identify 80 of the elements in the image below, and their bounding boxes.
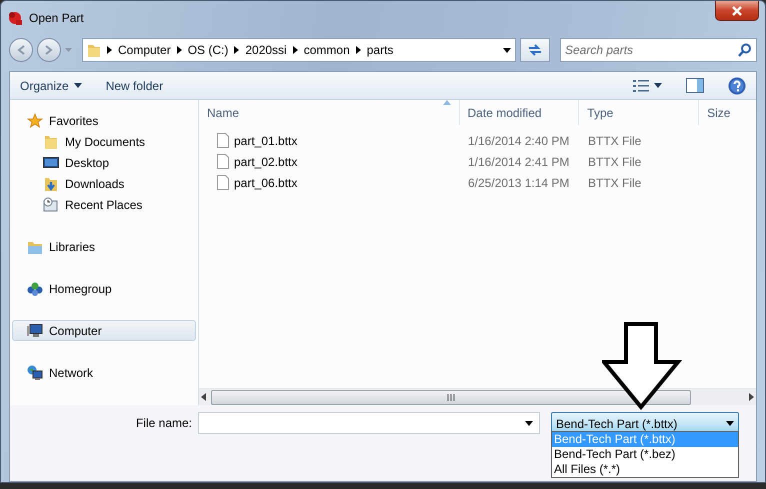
breadcrumb[interactable]: 2020ssi xyxy=(245,41,287,59)
downloads-icon xyxy=(43,176,59,192)
menu-button[interactable]: Organize xyxy=(18,74,84,96)
close-button[interactable] xyxy=(715,1,759,21)
breadcrumb[interactable]: OS (C:) xyxy=(188,41,228,59)
file-icon xyxy=(217,175,229,190)
preview-pane-icon xyxy=(686,78,704,93)
homegroup-icon xyxy=(27,280,43,296)
file-icon xyxy=(217,154,229,169)
dropdown-option[interactable]: All Files (*.*) xyxy=(552,462,738,477)
view-list-icon xyxy=(633,80,649,92)
sidebar-item[interactable]: Network xyxy=(12,362,196,383)
help-icon xyxy=(728,76,746,94)
caret-icon xyxy=(65,48,72,52)
column-header[interactable]: Size xyxy=(699,100,756,125)
caret-icon xyxy=(74,83,82,88)
date-cell-text: 6/25/2013 1:14 PM xyxy=(467,174,570,192)
type-cell-text: BTTX File xyxy=(587,154,642,170)
network-icon xyxy=(27,364,43,380)
sidebar-item[interactable]: Favorites xyxy=(12,110,196,131)
caret-icon xyxy=(503,48,511,52)
forward-button[interactable] xyxy=(37,38,61,62)
sidebar-item[interactable]: Libraries xyxy=(12,236,196,257)
folder-icon xyxy=(87,42,101,58)
sidebar-item[interactable]: Recent Places xyxy=(12,194,196,215)
dropdown-option[interactable]: Bend-Tech Part (*.bez) xyxy=(552,447,738,462)
star-icon xyxy=(27,112,43,128)
file-name[interactable]: part_06.bttx xyxy=(234,174,298,192)
refresh-icon xyxy=(527,43,543,57)
chevron-icon xyxy=(176,46,182,54)
file-name[interactable]: part_02.bttx xyxy=(234,152,298,170)
scroll-left-icon xyxy=(199,392,209,402)
breadcrumb[interactable]: parts xyxy=(366,41,394,59)
back-button[interactable] xyxy=(9,38,33,62)
desktop-icon xyxy=(43,154,59,170)
sidebar-item[interactable]: Downloads xyxy=(12,173,196,194)
file-icon xyxy=(217,133,229,148)
scroll-right-icon xyxy=(746,392,756,402)
sidebar-item[interactable]: Homegroup xyxy=(12,278,196,299)
chevron-icon xyxy=(292,46,298,54)
view-button[interactable] xyxy=(631,78,664,94)
sidebar-item[interactable]: My Documents xyxy=(12,131,196,152)
grip-icon xyxy=(447,394,455,400)
folder-icon xyxy=(43,134,59,150)
sort-arrow-icon xyxy=(442,100,451,105)
window-title: Open Part xyxy=(29,10,84,27)
forward-icon xyxy=(43,44,55,56)
computer-icon xyxy=(27,322,43,338)
date-cell-text: 1/16/2014 2:40 PM xyxy=(467,132,570,150)
type-cell-text: BTTX File xyxy=(587,132,642,150)
search-icon xyxy=(738,43,752,57)
date-cell-text: 1/16/2014 2:41 PM xyxy=(467,154,570,170)
column-header[interactable]: Type xyxy=(579,100,700,125)
back-icon xyxy=(15,44,27,56)
breadcrumb[interactable]: Computer xyxy=(118,41,171,59)
help-button[interactable] xyxy=(726,74,748,96)
caret-icon xyxy=(726,421,734,426)
type-cell-text: BTTX File xyxy=(587,174,642,192)
chevron-icon xyxy=(234,46,240,54)
chevron-icon xyxy=(356,46,361,54)
toolbar-button[interactable]: New folder xyxy=(104,74,166,96)
column-header[interactable]: Name xyxy=(199,100,460,125)
refresh-button[interactable] xyxy=(520,38,550,62)
recent-icon xyxy=(43,196,59,212)
field-label: File name: xyxy=(134,415,193,432)
close-icon xyxy=(731,6,743,16)
column-header[interactable]: Date modified xyxy=(460,100,580,125)
sidebar-item[interactable]: Desktop xyxy=(12,152,196,173)
search-box[interactable]: Search parts xyxy=(560,38,757,62)
breadcrumb[interactable]: common xyxy=(304,41,350,59)
file-name[interactable]: part_01.bttx xyxy=(234,132,298,150)
horizontal-scrollbar[interactable] xyxy=(199,388,756,405)
address-bar[interactable]: Computer OS (C:) 2020ssi common parts xyxy=(82,38,516,62)
scroll-thumb[interactable] xyxy=(211,390,691,404)
sidebar-item[interactable]: Computer xyxy=(12,320,196,341)
app-icon xyxy=(7,10,23,26)
preview-pane-button[interactable] xyxy=(684,76,706,95)
chevron-icon xyxy=(107,46,112,54)
caret-icon xyxy=(525,420,533,426)
caret-icon xyxy=(654,83,662,88)
